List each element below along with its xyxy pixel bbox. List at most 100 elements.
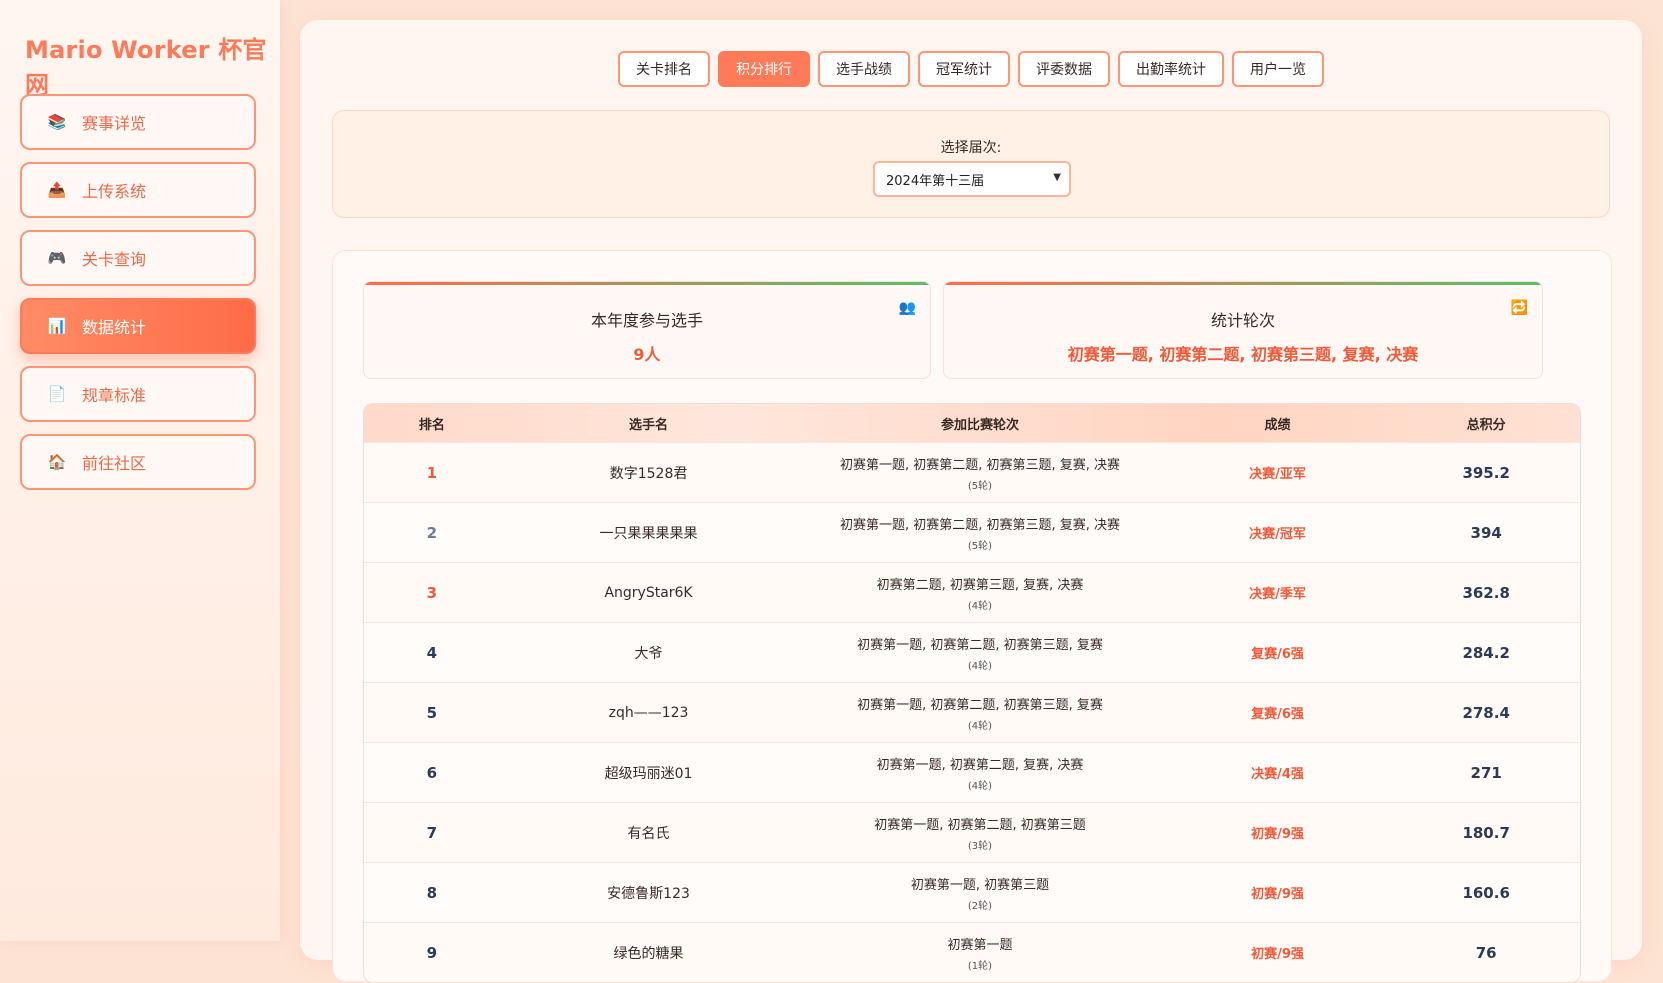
result-cell: 决赛/季军 — [1249, 587, 1306, 602]
stat-title: 本年度参与选手 — [590, 311, 703, 330]
rank-cell: 1 — [426, 463, 438, 482]
season-select[interactable]: 2024年第十三届 ▼ — [873, 161, 1071, 197]
column-header-total[interactable]: 总积分 — [1392, 404, 1580, 442]
sidebar-item-5[interactable]: 📄 规章标准 — [20, 366, 256, 422]
rounds-count: (5轮) — [967, 540, 993, 552]
player-name-cell[interactable]: AngryStar6K — [500, 563, 798, 622]
sidebar-item-3[interactable]: 🎮 关卡查询 — [20, 230, 256, 286]
tab-5[interactable]: 评委数据 — [1018, 51, 1110, 87]
house-icon: 🏠 — [47, 453, 67, 471]
rounds-cell: 初赛第一题, 初赛第二题, 初赛第三题, 复赛, 决赛 (5轮) — [797, 503, 1162, 562]
total-points-cell: 180.7 — [1462, 823, 1510, 842]
total-points-cell: 278.4 — [1462, 703, 1510, 722]
rank-cell: 8 — [426, 883, 438, 902]
player-name-cell[interactable]: zqh——123 — [500, 683, 798, 742]
rounds-list: 初赛第二题, 初赛第三题, 复赛, 决赛 — [876, 577, 1084, 593]
sidebar-item-4[interactable]: 📊 数据统计 — [20, 298, 256, 354]
table-row[interactable]: 3 AngryStar6K 初赛第二题, 初赛第三题, 复赛, 决赛 (4轮) 决赛/季… — [364, 562, 1580, 622]
player-name-cell[interactable]: 超级玛丽迷01 — [500, 743, 798, 802]
sidebar-item-label: 规章标准 — [82, 386, 147, 405]
column-header-rank[interactable]: 排名 — [364, 404, 500, 442]
season-selector-panel: 选择届次: 2024年第十三届 ▼ — [332, 110, 1610, 218]
tab-4[interactable]: 冠军统计 — [918, 51, 1010, 87]
total-points-cell: 395.2 — [1462, 463, 1510, 482]
rounds-cell: 初赛第一题, 初赛第二题, 初赛第三题, 复赛, 决赛 (5轮) — [797, 443, 1162, 502]
result-cell: 初赛/9强 — [1251, 827, 1304, 842]
rounds-count: (1轮) — [967, 960, 993, 972]
player-name-cell[interactable]: 大爷 — [500, 623, 798, 682]
tab-7[interactable]: 用户一览 — [1232, 51, 1324, 87]
sidebar-item-label: 前往社区 — [82, 454, 147, 473]
rank-cell: 7 — [426, 823, 438, 842]
chevron-down-icon: ▼ — [1053, 172, 1061, 183]
season-select-value: 2024年第十三届 — [886, 173, 985, 189]
stat-value: 9人 — [633, 345, 661, 364]
sidebar-item-label: 关卡查询 — [82, 250, 147, 269]
player-name-cell[interactable]: 安德鲁斯123 — [500, 863, 798, 922]
sidebar-item-2[interactable]: 📤 上传系统 — [20, 162, 256, 218]
sidebar-item-6[interactable]: 🏠 前往社区 — [20, 434, 256, 490]
stat-card-accent — [944, 282, 1542, 285]
table-row[interactable]: 7 有名氏 初赛第一题, 初赛第二题, 初赛第三题 (3轮) 初赛/9强 180.7 — [364, 802, 1580, 862]
rounds-cell: 初赛第一题, 初赛第二题, 复赛, 决赛 (4轮) — [797, 743, 1162, 802]
rounds-count: (4轮) — [967, 600, 993, 612]
books-icon: 📚 — [47, 113, 67, 131]
tab-1[interactable]: 关卡排名 — [618, 51, 710, 87]
gamepad-icon: 🎮 — [47, 249, 67, 267]
sidebar-item-1[interactable]: 📚 赛事详览 — [20, 94, 256, 150]
tab-6[interactable]: 出勤率统计 — [1118, 51, 1224, 87]
result-cell: 复赛/6强 — [1251, 707, 1304, 722]
table-row[interactable]: 1 数字1528君 初赛第一题, 初赛第二题, 初赛第三题, 复赛, 决赛 (5轮) 决… — [364, 442, 1580, 502]
result-cell: 初赛/9强 — [1251, 947, 1304, 962]
rounds-cell: 初赛第一题 (1轮) — [797, 923, 1162, 982]
rounds-list: 初赛第一题, 初赛第二题, 复赛, 决赛 — [876, 757, 1084, 773]
rank-cell: 5 — [426, 703, 438, 722]
rounds-list: 初赛第一题, 初赛第二题, 初赛第三题, 复赛 — [857, 697, 1103, 713]
sidebar-item-label: 数据统计 — [82, 318, 147, 337]
result-cell: 决赛/冠军 — [1249, 527, 1306, 542]
table-row[interactable]: 8 安德鲁斯123 初赛第一题, 初赛第三题 (2轮) 初赛/9强 160.6 — [364, 862, 1580, 922]
rounds-list: 初赛第一题, 初赛第二题, 初赛第三题, 复赛, 决赛 — [839, 457, 1121, 473]
stat-card-accent — [364, 282, 930, 285]
table-header: 排名 选手名 参加比赛轮次 成绩 总积分 — [364, 404, 1580, 442]
site-brand[interactable]: Mario Worker 杯官网 — [25, 30, 280, 100]
tab-3[interactable]: 选手战绩 — [818, 51, 910, 87]
total-points-cell: 160.6 — [1462, 883, 1510, 902]
player-name-cell[interactable]: 绿色的糖果 — [500, 923, 798, 982]
table-row[interactable]: 4 大爷 初赛第一题, 初赛第二题, 初赛第三题, 复赛 (4轮) 复赛/6强 284.2 — [364, 622, 1580, 682]
result-cell: 初赛/9强 — [1251, 887, 1304, 902]
total-points-cell: 394 — [1470, 523, 1502, 542]
stats-tabs: 关卡排名 积分排行 选手战绩 冠军统计 评委数据 出勤率统计 用户一览 — [300, 51, 1642, 87]
player-name-cell[interactable]: 一只果果果果果 — [500, 503, 798, 562]
sidebar: Mario Worker 杯官网 📚 赛事详览 📤 上传系统 🎮 关卡查询 📊 数据统计 📄 规章… — [0, 0, 280, 941]
result-cell: 决赛/4强 — [1251, 767, 1304, 782]
rounds-stat-card: 统计轮次 初赛第一题, 初赛第二题, 初赛第三题, 复赛, 决赛 🔁 — [943, 281, 1543, 379]
upload-tray-icon: 📤 — [47, 181, 67, 199]
column-header-player[interactable]: 选手名 — [500, 404, 798, 442]
table-body: 1 数字1528君 初赛第一题, 初赛第二题, 初赛第三题, 复赛, 决赛 (5轮) 决… — [364, 442, 1580, 982]
rank-cell: 3 — [426, 583, 438, 602]
total-points-cell: 362.8 — [1462, 583, 1510, 602]
stat-title: 统计轮次 — [1210, 311, 1275, 330]
season-selector-label: 选择届次: — [940, 140, 1002, 156]
rounds-count: (3轮) — [967, 840, 993, 852]
rounds-list: 初赛第一题, 初赛第二题, 初赛第三题, 复赛, 决赛 — [839, 517, 1121, 533]
rounds-list: 初赛第一题, 初赛第三题 — [910, 877, 1050, 893]
total-points-cell: 284.2 — [1462, 643, 1510, 662]
player-name-cell[interactable]: 有名氏 — [500, 803, 798, 862]
table-row[interactable]: 5 zqh——123 初赛第一题, 初赛第二题, 初赛第三题, 复赛 (4轮) 复赛/6… — [364, 682, 1580, 742]
points-ranking-table: 排名 选手名 参加比赛轮次 成绩 总积分 1 数字1528君 初赛第一题, 初赛第二… — [363, 403, 1581, 983]
tab-2[interactable]: 积分排行 — [718, 51, 810, 87]
table-row[interactable]: 2 一只果果果果果 初赛第一题, 初赛第二题, 初赛第三题, 复赛, 决赛 (5轮) 决… — [364, 502, 1580, 562]
total-points-cell: 76 — [1475, 943, 1497, 962]
column-header-rounds[interactable]: 参加比赛轮次 — [797, 404, 1162, 442]
table-row[interactable]: 9 绿色的糖果 初赛第一题 (1轮) 初赛/9强 76 — [364, 922, 1580, 982]
rounds-count: (4轮) — [967, 660, 993, 672]
repeat-icon: 🔁 — [1510, 300, 1528, 316]
rounds-list: 初赛第一题 — [947, 937, 1013, 953]
column-header-result[interactable]: 成绩 — [1163, 404, 1393, 442]
rounds-count: (4轮) — [967, 780, 993, 792]
main-panel: 关卡排名 积分排行 选手战绩 冠军统计 评委数据 出勤率统计 用户一览 选择届次: 2024… — [300, 20, 1642, 983]
table-row[interactable]: 6 超级玛丽迷01 初赛第一题, 初赛第二题, 复赛, 决赛 (4轮) 决赛/4强 271 — [364, 742, 1580, 802]
player-name-cell[interactable]: 数字1528君 — [500, 443, 798, 502]
